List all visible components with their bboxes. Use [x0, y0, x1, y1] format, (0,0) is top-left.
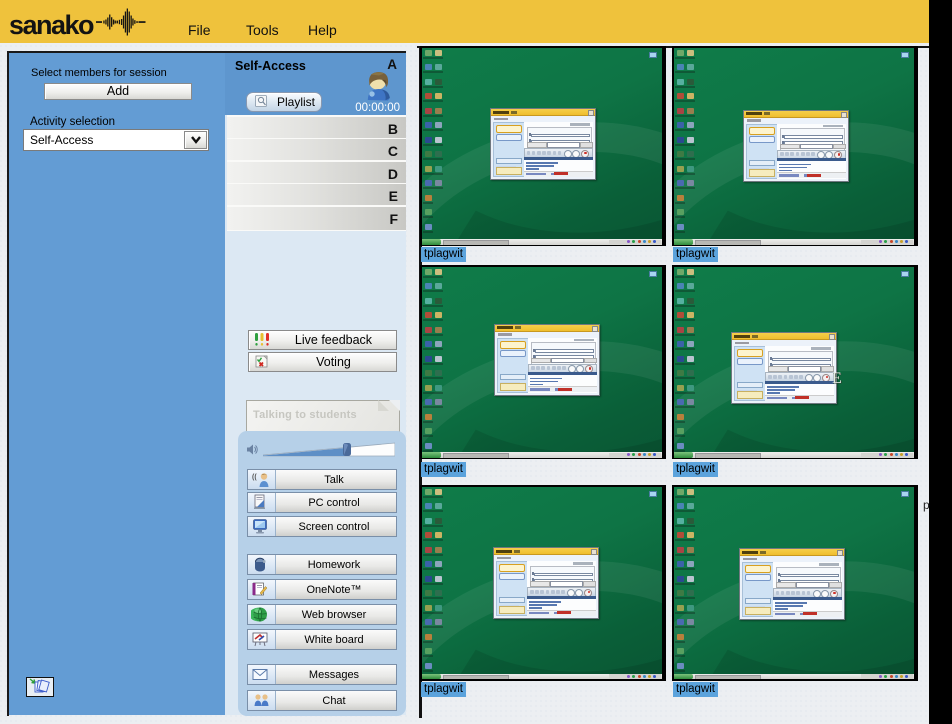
svg-text:((: (( [252, 474, 257, 481]
